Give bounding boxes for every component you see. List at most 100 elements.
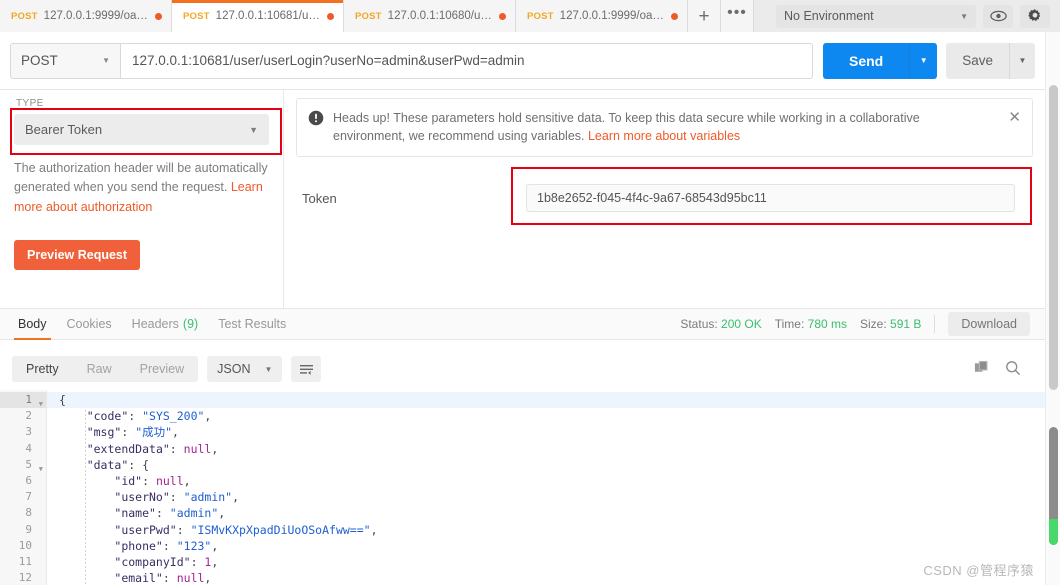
code-token: ,: [183, 473, 191, 488]
code-line: "phone": "123",: [47, 538, 1045, 554]
http-method-selector[interactable]: POST ▼: [10, 42, 120, 79]
code-line: "code": "SYS_200",: [47, 408, 1045, 424]
time-metric: Time: 780 ms: [775, 317, 847, 331]
line-number: 7: [25, 490, 32, 504]
code-line: "extendData": null,: [47, 441, 1045, 457]
code-token: "companyId": [114, 554, 191, 569]
code-token: :: [176, 522, 191, 537]
line-number-gutter: 1▼2345▼67891011121314: [0, 390, 47, 585]
unsaved-dot-icon: [671, 12, 678, 20]
auth-type-value: Bearer Token: [25, 122, 103, 137]
response-body-code[interactable]: 1▼2345▼67891011121314 { "code": "SYS_200…: [0, 390, 1045, 585]
code-token: ,: [370, 522, 378, 537]
status-label: Status:: [680, 317, 718, 331]
view-mode-pretty[interactable]: Pretty: [12, 356, 73, 382]
code-token: "code": [86, 409, 129, 424]
close-icon[interactable]: ✕: [1008, 110, 1021, 125]
request-url-input[interactable]: 127.0.0.1:10681/user/userLogin?userNo=ad…: [120, 42, 813, 79]
tab-options-button[interactable]: •••: [721, 0, 754, 32]
line-number: 1 ▼: [0, 392, 46, 409]
search-icon: [1006, 360, 1021, 375]
code-token: "data": [86, 457, 129, 472]
code-token: "name": [114, 506, 156, 521]
time-value: 780 ms: [807, 317, 848, 331]
environment-selector[interactable]: No Environment ▼: [776, 4, 976, 28]
chevron-down-icon: ▼: [102, 56, 110, 65]
save-group: Save ▼: [946, 42, 1035, 79]
save-button[interactable]: Save: [946, 42, 1009, 79]
code-token: :: [155, 506, 170, 521]
search-button[interactable]: [1005, 360, 1021, 379]
new-tab-button[interactable]: +: [688, 0, 721, 32]
tab-test-results-label: Test Results: [218, 317, 287, 331]
line-number: 12: [18, 571, 32, 585]
code-lines: { "code": "SYS_200", "msg": "成功", "exten…: [47, 390, 1045, 585]
request-tab-1[interactable]: POST 127.0.0.1:9999/oaut…: [0, 0, 172, 32]
view-mode-segmented-control: Pretty Raw Preview: [12, 356, 199, 382]
code-token: "msg": [86, 425, 122, 440]
save-options-button[interactable]: ▼: [1009, 42, 1035, 79]
code-token: :: [142, 473, 156, 488]
wrap-lines-button[interactable]: [291, 356, 322, 382]
scrollbar-thumb-outer[interactable]: [1049, 85, 1058, 390]
request-tab-4[interactable]: POST 127.0.0.1:9999/oaut…: [516, 0, 688, 32]
preview-request-button[interactable]: Preview Request: [14, 240, 141, 271]
tab-body[interactable]: Body: [8, 308, 57, 340]
view-mode-preview[interactable]: Preview: [126, 356, 198, 382]
notice-text-block: Heads up! These parameters hold sensitiv…: [333, 109, 1008, 145]
auth-type-label: TYPE: [16, 98, 44, 109]
line-number: 6: [25, 473, 32, 487]
environment-label: No Environment: [784, 9, 874, 23]
authorization-panel: TYPE Bearer Token ▼ The authorization he…: [0, 90, 1045, 308]
tab-method-label: POST: [355, 10, 382, 22]
divider: [934, 315, 936, 333]
line-number: 4: [25, 441, 32, 455]
code-token: ,: [211, 554, 219, 569]
tab-cookies-label: Cookies: [66, 317, 112, 331]
send-options-button[interactable]: ▼: [909, 42, 938, 79]
unsaved-dot-icon: [499, 12, 506, 20]
auth-detail-column: Heads up! These parameters hold sensitiv…: [284, 90, 1045, 308]
sensitive-data-notice: Heads up! These parameters hold sensitiv…: [296, 98, 1033, 158]
eye-icon: [989, 10, 1007, 22]
code-line: "name": "admin",: [47, 505, 1045, 521]
code-token: :: [169, 490, 184, 505]
tab-headers-label: Headers: [131, 317, 179, 331]
tab-cookies[interactable]: Cookies: [57, 308, 122, 340]
chevron-down-icon: ▼: [249, 124, 258, 135]
chevron-down-icon: ▼: [960, 11, 968, 21]
code-token: "email": [114, 571, 163, 585]
code-token: {: [59, 393, 66, 407]
code-token: "成功": [135, 425, 173, 440]
tab-method-label: POST: [527, 10, 554, 22]
code-token: ,: [204, 409, 212, 424]
token-input[interactable]: 1b8e2652-f045-4f4c-9a67-68543d95bc11: [526, 184, 1015, 213]
line-number: 8: [25, 506, 32, 520]
download-button[interactable]: Download: [948, 312, 1030, 336]
warning-icon: [308, 110, 324, 129]
code-token: :: [169, 441, 184, 456]
code-line: "msg": "成功",: [47, 424, 1045, 440]
code-token: "phone": [114, 538, 163, 553]
vertical-scrollbar[interactable]: [1045, 32, 1060, 585]
request-tab-3[interactable]: POST 127.0.0.1:10680/us…: [344, 0, 516, 32]
settings-button[interactable]: [1020, 4, 1050, 28]
language-selector[interactable]: JSON ▼: [207, 356, 283, 382]
size-metric: Size: 591 B: [860, 317, 921, 331]
view-mode-raw[interactable]: Raw: [73, 356, 126, 382]
send-button[interactable]: Send: [822, 42, 910, 79]
code-token: "userPwd": [114, 522, 177, 537]
notice-learn-more-link[interactable]: Learn more about variables: [588, 129, 740, 143]
headers-count-badge: (9): [182, 317, 199, 331]
tab-bar: POST 127.0.0.1:9999/oaut… POST 127.0.0.1…: [0, 0, 1060, 32]
response-tab-bar: Body Cookies Headers (9) Test Results St…: [0, 308, 1045, 340]
tab-headers[interactable]: Headers (9): [122, 308, 209, 340]
line-number: 3: [25, 425, 32, 439]
tab-test-results[interactable]: Test Results: [208, 308, 296, 340]
request-tab-2[interactable]: POST 127.0.0.1:10681/us…: [172, 0, 344, 32]
environment-quick-look-button[interactable]: [983, 4, 1013, 28]
auth-type-selector[interactable]: Bearer Token ▼: [14, 114, 269, 145]
line-number: 11: [18, 554, 32, 568]
copy-button[interactable]: [974, 360, 989, 378]
code-line: "userNo": "admin",: [47, 489, 1045, 505]
